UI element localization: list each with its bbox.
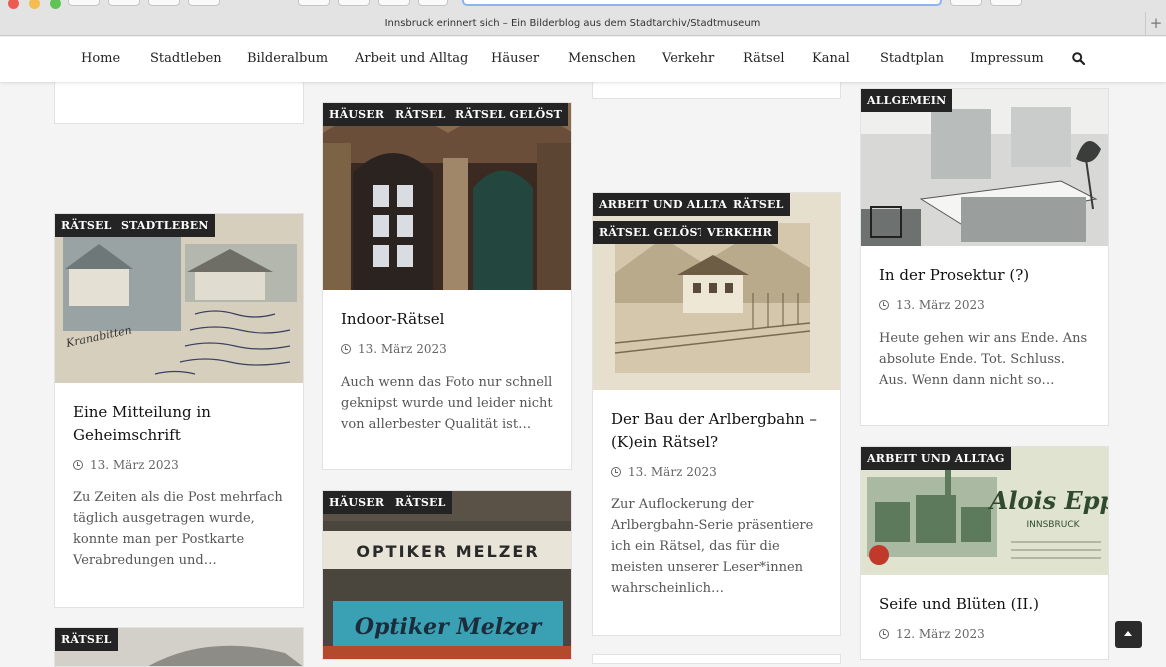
post-card-partial[interactable] — [592, 654, 841, 664]
tag-haeuser[interactable]: HÄUSER — [323, 103, 391, 126]
toolbar-button[interactable] — [418, 0, 448, 6]
tag-allgemein[interactable]: ALLGEMEIN — [861, 89, 953, 112]
nav-item-stadtplan[interactable]: Stadtplan — [880, 37, 944, 81]
letterhead-city-text: INNSBRUCK — [1026, 520, 1080, 530]
tag-raetsel-geloest[interactable]: RÄTSEL GELÖST — [593, 221, 712, 244]
tag-stadtleben[interactable]: STADTLEBEN — [115, 214, 215, 237]
address-bar[interactable] — [462, 0, 942, 6]
tabs-overview-button[interactable] — [990, 0, 1022, 6]
nav-item-menschen[interactable]: Menschen — [568, 37, 636, 81]
post-date: 13. März 2023 — [879, 297, 985, 313]
nav-item-raetsel[interactable]: Rätsel — [743, 37, 785, 81]
browser-chrome: Innsbruck erinnert sich – Ein Bilderblog… — [0, 0, 1166, 36]
nav-item-arbeit-und-alltag[interactable]: Arbeit und Alltag — [355, 37, 468, 81]
nav-item-stadtleben[interactable]: Stadtleben — [150, 37, 222, 81]
post-date: 13. März 2023 — [341, 341, 447, 357]
post-excerpt: Zu Zeiten als die Post mehrfach täglich … — [73, 490, 283, 568]
nav-item-haeuser[interactable]: Häuser — [491, 37, 539, 81]
post-date-text: 13. März 2023 — [90, 458, 179, 472]
post-date-text: 13. März 2023 — [896, 298, 985, 312]
sidebar-button[interactable] — [148, 0, 180, 6]
tag-raetsel[interactable]: RÄTSEL — [55, 628, 118, 651]
tag-haeuser[interactable]: HÄUSER — [323, 491, 391, 514]
new-tab-button[interactable]: + — [1145, 12, 1166, 36]
post-card[interactable]: Alois Epp INNSBRUCK ARBEIT UND ALLTAG Se… — [860, 446, 1109, 660]
post-date-text: 12. März 2023 — [896, 627, 985, 641]
nav-item-verkehr[interactable]: Verkehr — [662, 37, 714, 81]
post-title[interactable]: Der Bau der Arlbergbahn – (K)ein Rätsel? — [611, 408, 826, 454]
shop-sign-text: OPTIKER MELZER — [356, 542, 539, 561]
tag-verkehr[interactable]: VERKEHR — [701, 221, 778, 244]
post-date: 13. März 2023 — [73, 457, 179, 473]
clock-icon — [879, 629, 889, 639]
post-card[interactable]: OPTIKER MELZER Optiker Melzer HÄUSER RÄT… — [322, 490, 572, 660]
clock-icon — [611, 467, 621, 477]
scroll-to-top-button[interactable] — [1115, 621, 1142, 648]
clock-icon — [73, 460, 83, 470]
minimize-window-icon[interactable] — [29, 0, 41, 9]
zoom-window-icon[interactable] — [50, 0, 62, 9]
post-image-interior[interactable] — [323, 103, 571, 290]
toolbar-button[interactable] — [298, 0, 330, 6]
tag-arbeit-und-alltag[interactable]: ARBEIT UND ALLTAG — [861, 447, 1011, 470]
post-title[interactable]: Seife und Blüten (II.) — [879, 593, 1094, 616]
post-date: 12. März 2023 — [879, 626, 985, 642]
letterhead-brand-text: Alois Epp — [988, 486, 1109, 515]
post-image-shopfront[interactable]: OPTIKER MELZER Optiker Melzer — [323, 491, 571, 659]
post-date: 13. März 2023 — [611, 464, 717, 480]
clock-icon — [341, 344, 351, 354]
back-button[interactable] — [68, 0, 100, 6]
post-date-text: 13. März 2023 — [358, 342, 447, 356]
shop-window-text: Optiker Melzer — [355, 614, 543, 640]
nav-item-home[interactable]: Home — [81, 37, 120, 81]
main-navigation: Home Stadtleben Bilderalbum Arbeit und A… — [0, 37, 1166, 82]
nav-item-impressum[interactable]: Impressum — [970, 37, 1044, 81]
tag-raetsel-geloest[interactable]: RÄTSEL GELÖST — [449, 103, 568, 126]
post-excerpt: Auch wenn das Foto nur schnell geknipst … — [341, 375, 553, 432]
post-excerpt: Heute gehen wir ans Ende. Ans absolute E… — [879, 331, 1088, 388]
share-button[interactable] — [188, 0, 220, 6]
browser-tab[interactable]: Innsbruck erinnert sich – Ein Bilderblog… — [0, 12, 1145, 36]
post-title[interactable]: In der Prosektur (?) — [879, 264, 1094, 287]
post-image-postcard[interactable]: Kranabitten — [55, 214, 303, 383]
post-date-text: 13. März 2023 — [628, 465, 717, 479]
tag-raetsel[interactable]: RÄTSEL — [389, 103, 452, 126]
forward-button[interactable] — [108, 0, 140, 6]
post-title[interactable]: Indoor-Rätsel — [341, 308, 556, 331]
search-icon[interactable] — [1072, 52, 1085, 65]
tag-raetsel[interactable]: RÄTSEL — [55, 214, 118, 237]
toolbar-button[interactable] — [378, 0, 410, 6]
post-card[interactable]: Kranabitten RÄTSEL STADTLEBEN Eine Mitte… — [54, 213, 304, 608]
tag-raetsel[interactable]: RÄTSEL — [389, 491, 452, 514]
tag-arbeit-und-alltag[interactable]: ARBEIT UND ALLTAG — [593, 193, 743, 216]
tag-raetsel[interactable]: RÄTSEL — [727, 193, 790, 216]
post-excerpt: Zur Auflockerung der Arlbergbahn-Serie p… — [611, 497, 814, 596]
post-title[interactable]: Eine Mitteilung in Geheimschrift — [73, 401, 288, 447]
post-card[interactable]: RÄTSEL — [54, 627, 304, 667]
post-image-prosektur[interactable] — [861, 89, 1108, 246]
post-card[interactable]: ALLGEMEIN In der Prosektur (?) 13. März … — [860, 88, 1109, 426]
toolbar-button[interactable] — [338, 0, 370, 6]
downloads-button[interactable] — [950, 0, 982, 6]
nav-item-bilderalbum[interactable]: Bilderalbum — [247, 37, 328, 81]
close-window-icon[interactable] — [8, 0, 19, 9]
clock-icon — [879, 300, 889, 310]
post-card[interactable]: ARBEIT UND ALLTAG RÄTSEL RÄTSEL GELÖST V… — [592, 192, 841, 636]
post-card[interactable]: HÄUSER RÄTSEL RÄTSEL GELÖST Indoor-Rätse… — [322, 102, 572, 470]
nav-item-kanal[interactable]: Kanal — [812, 37, 850, 81]
